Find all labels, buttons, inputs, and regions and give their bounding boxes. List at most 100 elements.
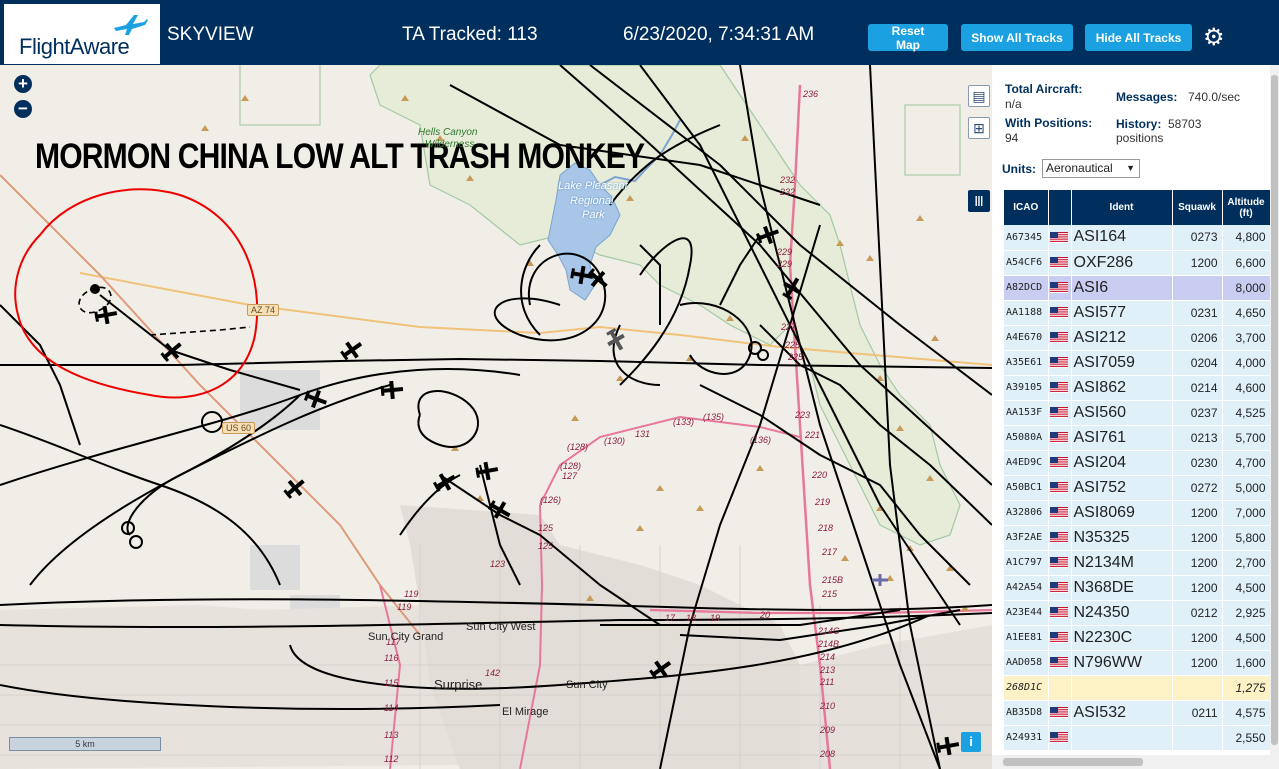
table-row[interactable]: A67345 ASI164 0273 4,800 [1004,225,1270,251]
total-aircraft-value: n/a [1005,97,1022,111]
column-header-flag[interactable] [1048,190,1072,225]
table-row[interactable]: A4E670 ASI212 0206 3,700 [1004,325,1270,351]
aircraft-table-container[interactable]: ICAO Ident Squawk Altitude (ft) A67345 AS… [1004,190,1270,762]
table-row[interactable]: A1EE81 N2230C 1200 4,500 [1004,625,1270,651]
table-cell-squawk [1172,275,1223,301]
table-header-row: ICAO Ident Squawk Altitude (ft) [1004,190,1270,225]
map-label-park: Park [582,209,605,221]
zoom-out-button[interactable]: − [14,100,32,118]
table-cell-ident: ASI204 [1071,450,1173,476]
table-row[interactable]: A35E61 ASI7059 0204 4,000 [1004,350,1270,376]
table-cell-squawk: 0230 [1172,450,1223,476]
history-label: History: [1116,117,1162,131]
table-row[interactable]: A42A54 N368DE 1200 4,500 [1004,575,1270,601]
table-row[interactable]: AA153F ASI560 0237 4,525 [1004,400,1270,426]
table-row[interactable]: A23E44 N24350 0212 2,925 [1004,600,1270,626]
table-cell-ident: ASI577 [1071,300,1173,326]
table-cell-altitude: 5,000 [1222,475,1270,501]
map-label-regional: Regional [570,195,614,207]
us-flag-icon [1048,550,1072,576]
column-header-squawk[interactable]: Squawk [1172,190,1223,225]
grid-icon[interactable]: ⊞ [968,117,990,139]
table-cell-icao: AA1188 [1004,300,1049,326]
table-cell-ident [1071,675,1173,701]
table-cell-icao: A4E670 [1004,325,1049,351]
table-cell-altitude: 2,700 [1222,550,1270,576]
table-cell-squawk: 0213 [1172,425,1223,451]
total-aircraft-label: Total Aircraft: [1005,82,1083,96]
gear-icon[interactable]: ⚙ [1203,23,1225,52]
aircraft-table: ICAO Ident Squawk Altitude (ft) A67345 AS… [1004,190,1270,751]
table-row[interactable]: AAD058 N796WW 1200 1,600 [1004,650,1270,676]
vertical-scrollbar-thumb[interactable] [1271,75,1278,745]
reset-map-button[interactable]: Reset Map [868,24,948,52]
map-info-button[interactable]: i [961,732,981,752]
table-row[interactable]: A82DCD ASI6 8,000 [1004,275,1270,301]
table-cell-altitude: 4,500 [1222,625,1270,651]
map-canvas[interactable]: + − MORMON CHINA LOW ALT TRASH MONKEY He… [0,65,992,769]
table-row[interactable]: AA1188 ASI577 0231 4,650 [1004,300,1270,326]
history-value: 58703 [1168,117,1202,131]
table-row[interactable]: A39105 ASI862 0214 4,600 [1004,375,1270,401]
route-number: 214B [818,639,840,649]
table-cell-altitude: 8,000 [1222,275,1270,301]
zoom-in-button[interactable]: + [14,75,32,93]
table-cell-squawk [1172,675,1223,701]
table-cell-altitude: 3,700 [1222,325,1270,351]
table-row[interactable]: A5080A ASI761 0213 5,700 [1004,425,1270,451]
table-cell-ident: N35325 [1071,525,1173,551]
table-cell-squawk: 1200 [1172,525,1223,551]
table-cell-squawk: 1200 [1172,625,1223,651]
route-number: 209 [820,725,836,735]
table-row[interactable]: A24931 2,550 [1004,725,1270,751]
map-label-lake-pleasant: Lake Pleasant [558,180,628,192]
us-flag-icon [1048,475,1072,501]
table-row[interactable]: A32806 ASI8069 1200 7,000 [1004,500,1270,526]
table-cell-icao: A1EE81 [1004,625,1049,651]
horizontal-scrollbar-thumb[interactable] [1003,758,1143,766]
us-flag-icon [1048,350,1072,376]
flightaware-logo[interactable]: FlightAware [4,4,160,64]
table-cell-icao: A35E61 [1004,350,1049,376]
show-all-tracks-button[interactable]: Show All Tracks [961,24,1073,51]
units-select-value: Aeronautical [1046,161,1113,175]
table-row[interactable]: A50BC1 ASI752 0272 5,000 [1004,475,1270,501]
table-row[interactable]: 268D1C 1,275 [1004,675,1270,701]
us-flag-icon [1048,600,1072,626]
route-number: 117 [386,637,401,647]
route-number: 225 [785,340,801,350]
app-name: SKYVIEW [167,24,254,45]
top-header: FlightAware SKYVIEW TA Tracked: 113 6/23… [0,0,1279,65]
map-label-hells-canyon: Hells Canyon [418,127,478,138]
table-cell-ident [1071,725,1173,751]
table-cell-altitude: 4,800 [1222,225,1270,251]
us-flag-icon [1048,450,1072,476]
map-layers-icon[interactable]: ▤ [968,85,990,107]
column-header-altitude[interactable]: Altitude (ft) [1222,190,1270,225]
column-header-icao[interactable]: ICAO [1004,190,1049,225]
route-number: (136) [750,435,772,445]
table-row[interactable]: A4ED9C ASI204 0230 4,700 [1004,450,1270,476]
table-cell-icao: A32806 [1004,500,1049,526]
column-header-ident[interactable]: Ident [1071,190,1173,225]
route-number: 214 [820,652,836,662]
us-flag-icon [1048,675,1072,701]
table-cell-icao: A50BC1 [1004,475,1049,501]
route-number: 112 [384,754,399,764]
table-cell-ident: N368DE [1071,575,1173,601]
column-toggle-icon[interactable]: Ⅲ [968,190,990,212]
table-row[interactable]: A3F2AE N35325 1200 5,800 [1004,525,1270,551]
table-cell-ident: N2134M [1071,550,1173,576]
current-datetime: 6/23/2020, 7:34:31 AM [623,24,815,45]
table-cell-ident: ASI560 [1071,400,1173,426]
hide-all-tracks-button[interactable]: Hide All Tracks [1085,24,1192,51]
table-cell-icao: AB35D8 [1004,700,1049,726]
table-row[interactable]: A54CF6 OXF286 1200 6,600 [1004,250,1270,276]
table-cell-ident: ASI6 [1071,275,1173,301]
table-cell-squawk [1172,725,1223,751]
table-row[interactable]: A1C797 N2134M 1200 2,700 [1004,550,1270,576]
us-flag-icon [1048,525,1072,551]
table-row[interactable]: AB35D8 ASI532 0211 4,575 [1004,700,1270,726]
table-cell-squawk: 0214 [1172,375,1223,401]
units-select[interactable]: Aeronautical ▼ [1042,159,1140,178]
